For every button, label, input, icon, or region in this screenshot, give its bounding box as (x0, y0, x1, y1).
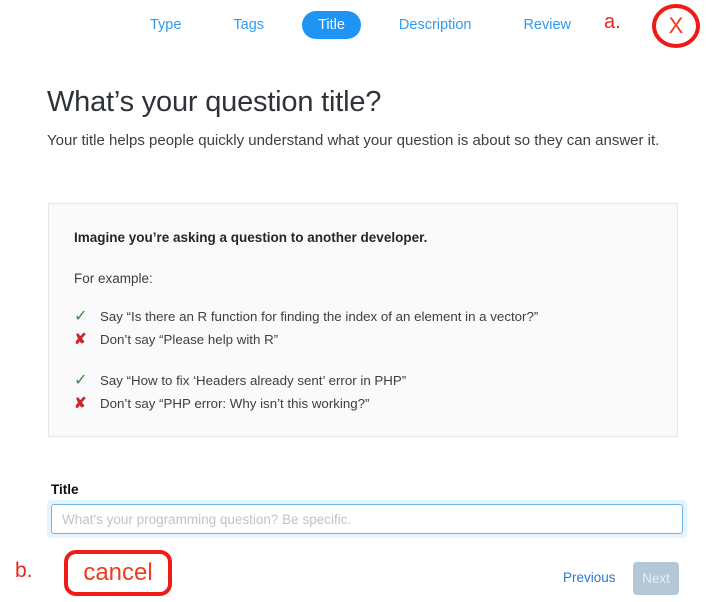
check-icon: ✓ (74, 308, 88, 325)
cross-icon: ✘ (74, 331, 87, 348)
example-text: Say “Is there an R function for finding … (100, 309, 539, 324)
title-field-wrapper (47, 500, 687, 538)
close-icon[interactable]: X (652, 4, 700, 48)
check-icon: ✓ (74, 372, 88, 389)
step-tab-review[interactable]: Review (509, 12, 585, 39)
annotation-a-label: a. (604, 11, 621, 33)
example-text: Don’t say “PHP error: Why isn’t this wor… (100, 396, 370, 411)
tip-heading: Imagine you’re asking a question to anot… (74, 230, 428, 245)
example-group: ✓ Say “How to fix ‘Headers already sent’… (74, 369, 654, 415)
example-row-good: ✓ Say “Is there an R function for findin… (74, 305, 654, 328)
page-subtitle: Your title helps people quickly understa… (47, 132, 660, 149)
next-button[interactable]: Next (633, 562, 679, 595)
cancel-button[interactable]: cancel (64, 550, 172, 596)
step-tab-description[interactable]: Description (385, 12, 486, 39)
example-row-bad: ✘ Don’t say “PHP error: Why isn’t this w… (74, 392, 654, 415)
example-group: ✓ Say “Is there an R function for findin… (74, 305, 654, 351)
title-field-label: Title (51, 482, 79, 497)
step-tab-tags[interactable]: Tags (219, 12, 278, 39)
example-text: Don’t say “Please help with R” (100, 332, 279, 347)
step-tab-title[interactable]: Title (302, 10, 361, 40)
tip-examples-list: ✓ Say “Is there an R function for findin… (74, 305, 654, 433)
previous-button[interactable]: Previous (563, 571, 616, 585)
title-input[interactable] (51, 504, 683, 534)
example-row-bad: ✘ Don’t say “Please help with R” (74, 328, 654, 351)
example-row-good: ✓ Say “How to fix ‘Headers already sent’… (74, 369, 654, 392)
cross-icon: ✘ (74, 395, 87, 412)
step-tab-type[interactable]: Type (136, 12, 195, 39)
example-text: Say “How to fix ‘Headers already sent’ e… (100, 373, 407, 388)
page-title: What’s your question title? (47, 86, 382, 118)
tip-for-example-label: For example: (74, 271, 153, 286)
annotation-b-label: b. (15, 559, 33, 582)
tip-box: Imagine you’re asking a question to anot… (48, 203, 678, 437)
